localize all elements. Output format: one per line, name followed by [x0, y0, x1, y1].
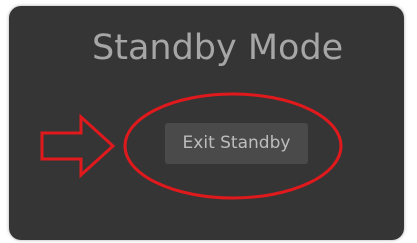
standby-panel: Standby Mode Exit Standby [9, 6, 404, 240]
panel-title: Standby Mode [92, 28, 344, 68]
exit-standby-button[interactable]: Exit Standby [165, 123, 308, 164]
